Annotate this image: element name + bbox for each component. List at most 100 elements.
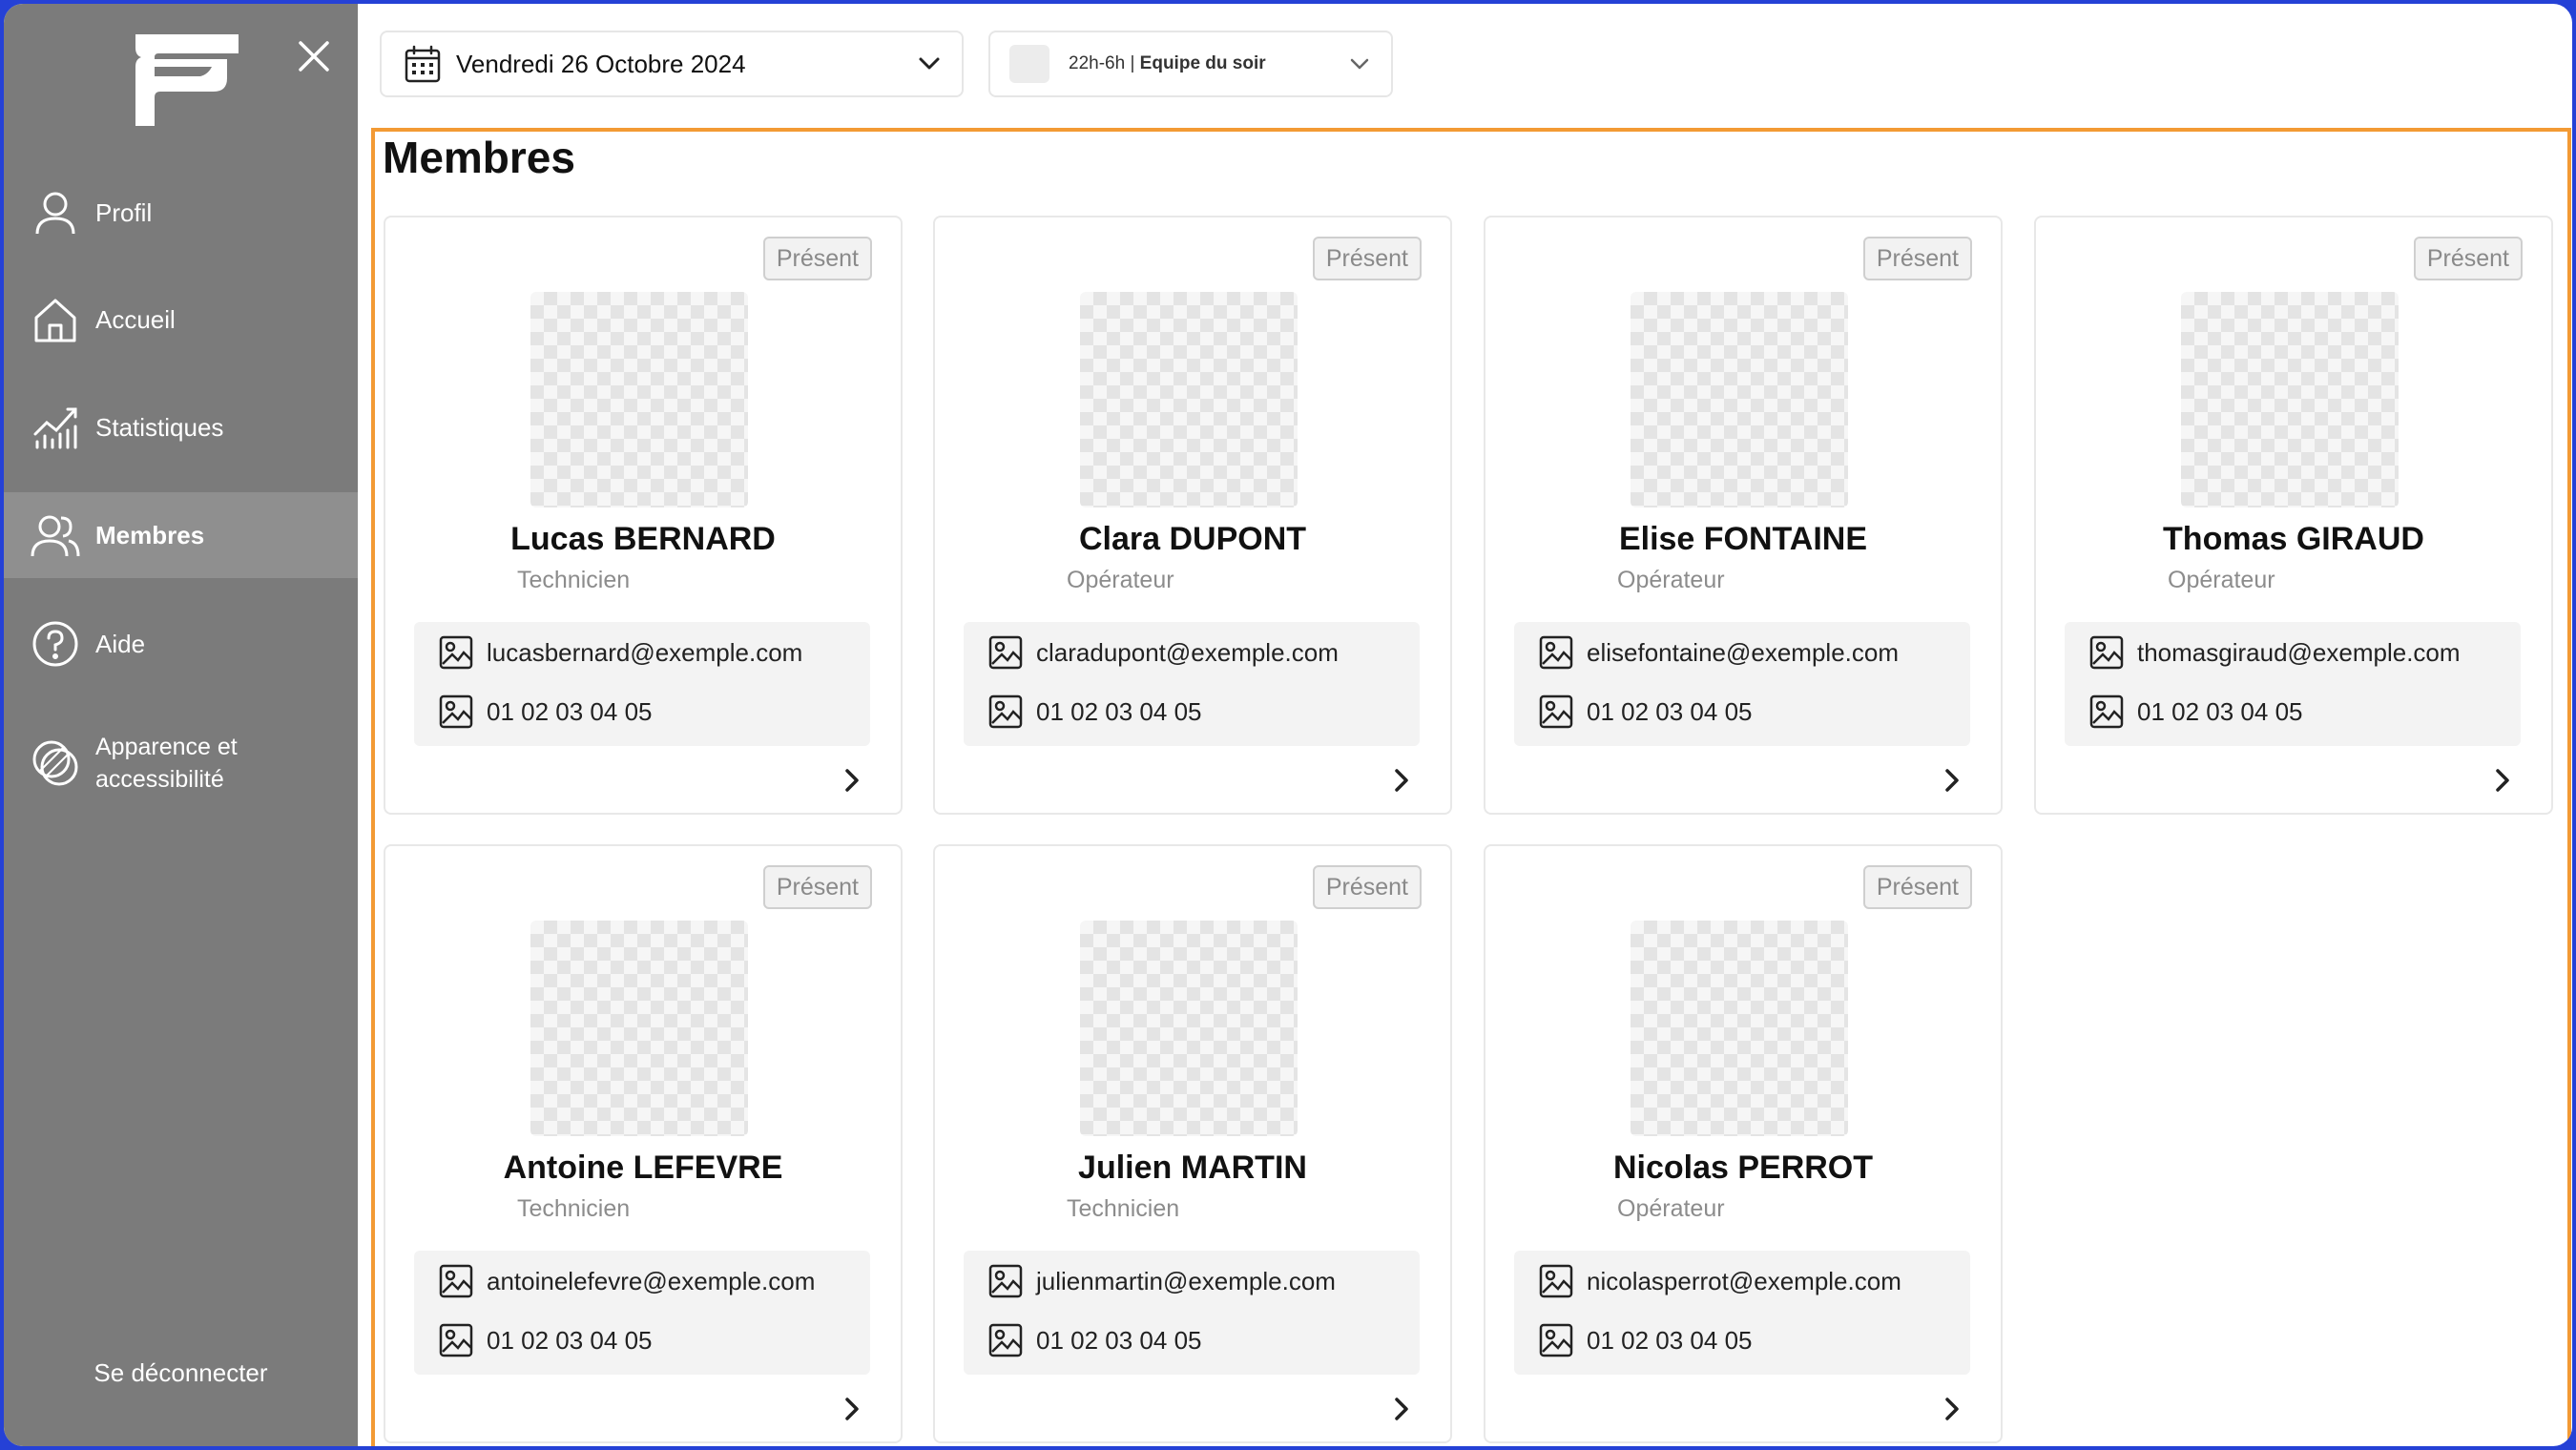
date-selector[interactable]: Vendredi 26 Octobre 2024 (380, 31, 964, 97)
email-row[interactable]: antoinelefevre@exemple.com (439, 1262, 815, 1300)
sidebar-item-aide[interactable]: Aide (4, 601, 358, 687)
member-role: Opérateur (1617, 567, 1725, 593)
email-row[interactable]: claradupont@exemple.com (988, 633, 1339, 672)
member-card[interactable]: Présent Elise FONTAINE Opérateur elisefo… (1484, 216, 2003, 815)
image-icon (439, 694, 473, 729)
member-phone: 01 02 03 04 05 (1587, 696, 1753, 726)
image-icon (1539, 635, 1573, 670)
member-phone: 01 02 03 04 05 (487, 1325, 653, 1355)
member-email: julienmartin@exemple.com (1036, 1266, 1336, 1295)
email-row[interactable]: julienmartin@exemple.com (988, 1262, 1336, 1300)
team-color-swatch (1009, 45, 1049, 83)
sidebar-item-label: Aide (95, 630, 146, 658)
image-icon (1539, 1323, 1573, 1357)
chevron-right-icon[interactable] (1389, 765, 1414, 796)
logout-button[interactable]: Se déconnecter (4, 1358, 358, 1388)
member-card[interactable]: Présent Thomas GIRAUD Opérateur thomasgi… (2034, 216, 2553, 815)
member-name: Clara DUPONT (1078, 521, 1307, 557)
phone-row[interactable]: 01 02 03 04 05 (2089, 693, 2303, 731)
phone-row[interactable]: 01 02 03 04 05 (439, 1321, 653, 1359)
email-row[interactable]: elisefontaine@exemple.com (1539, 633, 1899, 672)
email-row[interactable]: nicolasperrot@exemple.com (1539, 1262, 1901, 1300)
phone-row[interactable]: 01 02 03 04 05 (988, 1321, 1202, 1359)
chevron-right-icon[interactable] (1389, 1394, 1414, 1424)
close-sidebar-button[interactable] (296, 38, 332, 74)
contact-box: elisefontaine@exemple.com 01 02 03 04 05 (1514, 622, 1970, 746)
sidebar-item-label: Membres (95, 521, 205, 549)
phone-row[interactable]: 01 02 03 04 05 (1539, 1321, 1753, 1359)
shift-selector[interactable]: 22h-6h | Equipe du soir (988, 31, 1393, 97)
status-badge: Présent (762, 865, 872, 909)
email-row[interactable]: lucasbernard@exemple.com (439, 633, 802, 672)
status-badge: Présent (762, 237, 872, 280)
home-icon (31, 295, 80, 344)
member-name: Julien MARTIN (1078, 1150, 1307, 1186)
member-role-wrap: Technicien (385, 567, 901, 594)
email-row[interactable]: thomasgiraud@exemple.com (2089, 633, 2461, 672)
sidebar-item-accueil[interactable]: Accueil (4, 277, 358, 362)
member-email: thomasgiraud@exemple.com (2137, 637, 2461, 667)
sidebar-item-membres[interactable]: Membres (4, 492, 358, 578)
member-role-wrap: Opérateur (1485, 567, 2001, 594)
image-icon (439, 1264, 473, 1298)
image-icon (439, 1323, 473, 1357)
phone-row[interactable]: 01 02 03 04 05 (1539, 693, 1753, 731)
status-badge: Présent (1312, 865, 1422, 909)
contact-box: claradupont@exemple.com 01 02 03 04 05 (964, 622, 1420, 746)
image-icon (2089, 635, 2124, 670)
sidebar-item-label: Accueil (95, 305, 176, 334)
phone-row[interactable]: 01 02 03 04 05 (439, 693, 653, 731)
sidebar-item-apparence[interactable]: Apparence et accessibilité (4, 715, 358, 811)
appearance-icon (31, 738, 80, 788)
members-icon (31, 510, 80, 560)
chevron-right-icon[interactable] (840, 765, 864, 796)
member-card[interactable]: Présent Nicolas PERROT Opérateur nicolas… (1484, 844, 2003, 1443)
user-icon (31, 188, 80, 238)
sidebar-item-statistiques[interactable]: Statistiques (4, 384, 358, 470)
member-email: claradupont@exemple.com (1036, 637, 1339, 667)
member-card[interactable]: Présent Antoine LEFEVRE Technicien antoi… (384, 844, 903, 1443)
chevron-down-icon (919, 57, 940, 70)
image-icon (988, 635, 1023, 670)
selected-shift: 22h-6h | Equipe du soir (1069, 53, 1266, 73)
status-badge: Présent (2413, 237, 2523, 280)
member-role: Technicien (517, 567, 631, 593)
member-role-wrap: Opérateur (1485, 1195, 2001, 1223)
member-name: Lucas BERNARD (510, 521, 776, 557)
member-name: Thomas GIRAUD (2163, 521, 2424, 557)
member-role-wrap: Technicien (385, 1195, 901, 1223)
image-icon (439, 635, 473, 670)
help-icon (31, 619, 80, 669)
member-role: Opérateur (1067, 567, 1174, 593)
status-badge: Présent (1312, 237, 1422, 280)
member-role: Technicien (517, 1195, 631, 1222)
app-logo (135, 34, 239, 126)
sidebar-item-label: Apparence et accessibilité (95, 734, 238, 793)
sidebar-item-profil[interactable]: Profil (4, 170, 358, 256)
member-email: antoinelefevre@exemple.com (487, 1266, 816, 1295)
member-name: Nicolas PERROT (1612, 1150, 1874, 1186)
chevron-right-icon[interactable] (2490, 765, 2515, 796)
shift-time: 22h-6h (1069, 53, 1126, 73)
chevron-right-icon[interactable] (1940, 765, 1964, 796)
image-icon (988, 694, 1023, 729)
member-card[interactable]: Présent Clara DUPONT Opérateur claradupo… (933, 216, 1452, 815)
member-phone: 01 02 03 04 05 (1036, 696, 1202, 726)
image-icon (1539, 694, 1573, 729)
member-role: Opérateur (1617, 1195, 1725, 1222)
member-photo-placeholder (2181, 292, 2399, 508)
chevron-right-icon[interactable] (840, 1394, 864, 1424)
member-role-wrap: Opérateur (935, 567, 1450, 594)
member-phone: 01 02 03 04 05 (2137, 696, 2303, 726)
member-card[interactable]: Présent Lucas BERNARD Technicien lucasbe… (384, 216, 903, 815)
contact-box: antoinelefevre@exemple.com 01 02 03 04 0… (414, 1251, 870, 1375)
member-name: Antoine LEFEVRE (503, 1150, 783, 1186)
status-badge: Présent (1862, 865, 1972, 909)
selected-date: Vendredi 26 Octobre 2024 (456, 49, 746, 78)
chevron-right-icon[interactable] (1940, 1394, 1964, 1424)
member-email: nicolasperrot@exemple.com (1587, 1266, 1901, 1295)
member-photo-placeholder (1631, 292, 1848, 508)
member-card[interactable]: Présent Julien MARTIN Technicien julienm… (933, 844, 1452, 1443)
member-role-wrap: Technicien (935, 1195, 1450, 1223)
phone-row[interactable]: 01 02 03 04 05 (988, 693, 1202, 731)
